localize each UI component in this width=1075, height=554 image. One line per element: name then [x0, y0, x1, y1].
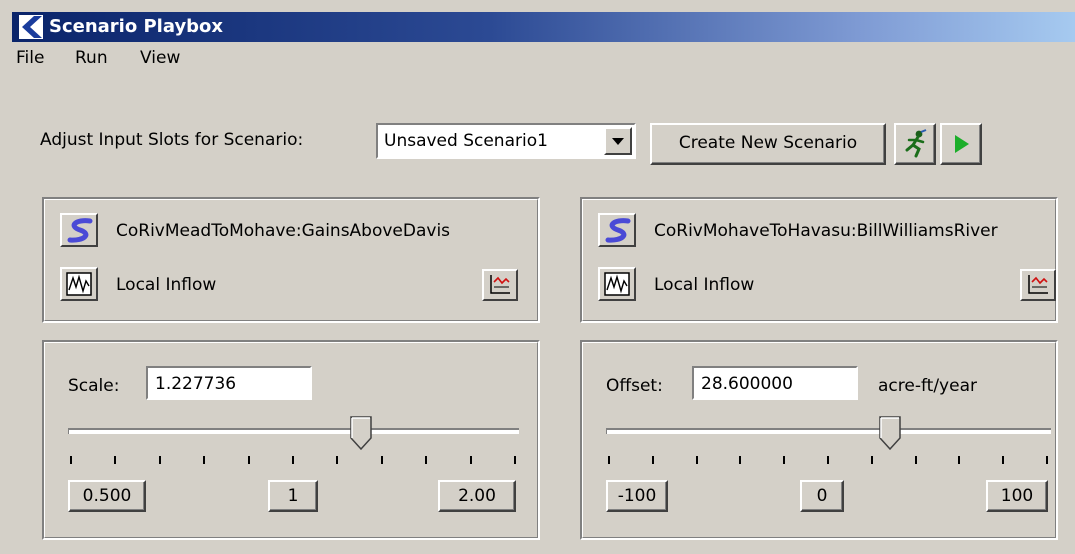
slider-tick	[914, 456, 917, 464]
plot-icon	[1028, 275, 1048, 294]
slider-tick	[783, 456, 786, 464]
plot-button[interactable]	[482, 269, 518, 301]
slider-tick	[380, 456, 383, 464]
plot-button[interactable]	[1020, 269, 1056, 301]
slot-type-label: Local Inflow	[654, 275, 755, 295]
slider-tick	[469, 456, 472, 464]
slider-tick	[958, 456, 961, 464]
reset-value-label: 1	[287, 486, 299, 506]
reset-value-label: 0	[816, 486, 828, 506]
scenario-select[interactable]: Unsaved Scenario1	[376, 123, 636, 159]
max-value-label: 2.00	[458, 486, 496, 506]
max-value-label: 100	[1000, 486, 1034, 506]
create-new-scenario-label: Create New Scenario	[678, 133, 858, 153]
play-icon	[955, 135, 969, 153]
slider-tick	[1002, 456, 1005, 464]
create-new-scenario-button[interactable]: Create New Scenario	[650, 123, 886, 165]
series-chart-icon	[66, 272, 92, 296]
plot-icon	[490, 275, 510, 294]
unit-label: acre-ft/year	[878, 376, 977, 396]
min-value-button[interactable]: 0.500	[68, 480, 146, 512]
adjust-panel-left: Scale: 1.227736 0.500 1 2.00	[42, 340, 540, 540]
slider-tick	[203, 456, 206, 464]
slider-thumb[interactable]	[349, 416, 372, 451]
reset-value-button[interactable]: 1	[268, 480, 318, 512]
min-value-button[interactable]: -100	[606, 480, 668, 512]
min-value-label: -100	[617, 486, 657, 506]
slider-tick	[336, 456, 339, 464]
param-label: Offset:	[606, 376, 663, 396]
s-curve-icon	[605, 218, 631, 243]
slider-thumb[interactable]	[879, 416, 901, 451]
slider-track[interactable]	[606, 428, 1051, 434]
slot-header-panel-right: CoRivMohaveToHavasu:BillWilliamsRiver Lo…	[580, 197, 1058, 323]
slider-tick	[827, 456, 829, 464]
slider-tick	[739, 456, 742, 464]
param-label: Scale:	[68, 376, 120, 396]
scenario-prompt-label: Adjust Input Slots for Scenario:	[40, 130, 304, 150]
slider-tick	[514, 456, 516, 464]
panel-inner	[44, 199, 538, 321]
slider-tick	[292, 456, 294, 464]
min-value-label: 0.500	[82, 486, 132, 506]
scale-field[interactable]: 1.227736	[146, 366, 312, 400]
menu-view[interactable]: View	[140, 48, 180, 68]
menu-bar: File Run View	[12, 42, 1075, 76]
slider-tick	[651, 456, 654, 464]
slot-header-panel-left: CoRivMeadToMohave:GainsAboveDavis Local …	[42, 197, 540, 323]
max-value-button[interactable]: 2.00	[438, 480, 516, 512]
offset-field[interactable]: 28.600000	[692, 366, 858, 400]
scenario-select-value: Unsaved Scenario1	[384, 131, 548, 151]
menu-file[interactable]: File	[16, 48, 44, 68]
run-scenario-button[interactable]	[894, 123, 936, 165]
slot-name: CoRivMeadToMohave:GainsAboveDavis	[116, 221, 451, 241]
slider-tick	[1046, 456, 1048, 464]
play-button[interactable]	[940, 123, 982, 165]
slot-type-label: Local Inflow	[116, 275, 217, 295]
chevron-down-icon[interactable]	[604, 127, 632, 155]
slot-type-icon-button[interactable]	[598, 267, 636, 301]
slot-name: CoRivMohaveToHavasu:BillWilliamsRiver	[654, 221, 998, 241]
panel-inner	[582, 199, 1056, 321]
slider-tick	[695, 456, 698, 464]
menu-run[interactable]: Run	[75, 48, 108, 68]
runner-icon	[905, 129, 927, 158]
slider-tick	[114, 456, 117, 464]
riverware-logo-icon	[19, 15, 43, 39]
slot-type-icon-button[interactable]	[60, 267, 98, 301]
series-chart-icon	[604, 272, 630, 296]
max-value-button[interactable]: 100	[986, 480, 1048, 512]
s-curve-icon	[67, 218, 93, 243]
window-title: Scenario Playbox	[49, 16, 224, 37]
slider-tick	[870, 456, 873, 464]
slider-track[interactable]	[68, 428, 519, 434]
slider-tick	[158, 456, 161, 464]
slot-icon-button[interactable]	[598, 213, 636, 247]
slot-icon-button[interactable]	[60, 213, 98, 247]
adjust-panel-right: Offset: 28.600000 acre-ft/year -100 0 10…	[580, 340, 1058, 540]
slider-tick	[425, 456, 428, 464]
slider-tick	[70, 456, 72, 464]
slider-tick	[608, 456, 610, 464]
scenario-playbox-window: Scenario Playbox File Run View Adjust In…	[0, 0, 1075, 554]
slider-tick	[247, 456, 250, 464]
title-bar[interactable]: Scenario Playbox	[12, 12, 1075, 42]
reset-value-button[interactable]: 0	[800, 480, 844, 512]
